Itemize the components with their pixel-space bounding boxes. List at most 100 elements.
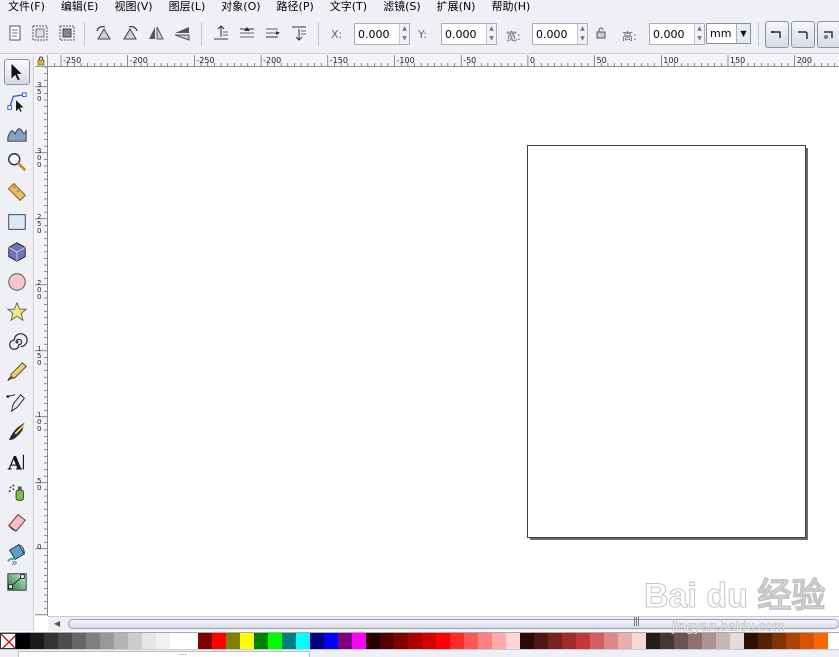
color-swatch[interactable]	[184, 633, 198, 649]
calligraphy-tool[interactable]	[4, 419, 30, 445]
color-swatch[interactable]	[450, 633, 464, 649]
eraser-tool[interactable]	[4, 509, 30, 535]
color-swatch[interactable]	[576, 633, 590, 649]
color-swatch[interactable]	[492, 633, 506, 649]
menu-extensions[interactable]: 扩展(N)	[429, 0, 484, 14]
height-input[interactable]	[650, 24, 694, 44]
decrement-arrow-icon[interactable]: ▼	[487, 34, 496, 44]
vertical-ruler[interactable]: 350300250200150100500	[35, 67, 48, 616]
color-swatch[interactable]	[86, 633, 100, 649]
rotate-ccw-button[interactable]	[93, 22, 115, 44]
no-paint-swatch[interactable]	[0, 633, 16, 649]
color-swatch[interactable]	[268, 633, 282, 649]
menu-filters[interactable]: 滤镜(S)	[375, 0, 429, 14]
color-swatch[interactable]	[506, 633, 520, 649]
color-swatch[interactable]	[422, 633, 436, 649]
color-swatch[interactable]	[44, 633, 58, 649]
color-swatch[interactable]	[590, 633, 604, 649]
y-spinbox[interactable]: ▲▼	[441, 23, 497, 45]
color-swatch[interactable]	[338, 633, 352, 649]
measure-tool[interactable]	[4, 179, 30, 205]
color-swatch[interactable]	[170, 633, 184, 649]
color-swatch[interactable]	[240, 633, 254, 649]
invert-selection-button[interactable]	[56, 22, 78, 44]
scale-corners-button[interactable]	[791, 21, 815, 48]
menu-layer[interactable]: 图层(L)	[161, 0, 214, 14]
scroll-left-arrow-icon[interactable]: ◀	[54, 619, 60, 628]
menu-text[interactable]: 文字(T)	[322, 0, 375, 14]
color-swatch[interactable]	[142, 633, 156, 649]
color-swatch[interactable]	[352, 633, 366, 649]
color-swatch[interactable]	[534, 633, 548, 649]
menu-file[interactable]: 文件(F)	[0, 0, 53, 14]
lower-button[interactable]	[262, 22, 284, 44]
y-input[interactable]	[442, 24, 486, 44]
menu-view[interactable]: 视图(V)	[106, 0, 160, 14]
spiral-tool[interactable]	[4, 329, 30, 355]
color-swatch[interactable]	[72, 633, 86, 649]
ellipse-tool[interactable]	[4, 269, 30, 295]
width-spinbox[interactable]: ▲▼	[532, 23, 588, 45]
color-swatch[interactable]	[16, 633, 30, 649]
color-swatch[interactable]	[30, 633, 44, 649]
move-gradients-button[interactable]	[817, 21, 839, 48]
color-swatch[interactable]	[226, 633, 240, 649]
increment-arrow-icon[interactable]: ▲	[487, 24, 496, 34]
color-swatch[interactable]	[478, 633, 492, 649]
color-swatch[interactable]	[324, 633, 338, 649]
zoom-tool[interactable]	[4, 149, 30, 175]
flip-horizontal-button[interactable]	[145, 22, 167, 44]
raise-to-top-button[interactable]	[210, 22, 232, 44]
raise-button[interactable]	[236, 22, 258, 44]
increment-arrow-icon[interactable]: ▲	[400, 24, 409, 34]
color-swatch[interactable]	[436, 633, 450, 649]
color-swatch[interactable]	[618, 633, 632, 649]
pen-tool[interactable]	[4, 389, 30, 415]
width-input[interactable]	[533, 24, 577, 44]
increment-arrow-icon[interactable]: ▲	[578, 24, 587, 34]
chevron-down-icon[interactable]: ▼	[736, 24, 750, 43]
color-swatch[interactable]	[520, 633, 534, 649]
increment-arrow-icon[interactable]: ▲	[695, 24, 704, 34]
color-swatch[interactable]	[282, 633, 296, 649]
color-swatch[interactable]	[198, 633, 212, 649]
menu-object[interactable]: 对象(O)	[213, 0, 268, 14]
menu-edit[interactable]: 编辑(E)	[53, 0, 107, 14]
color-swatch[interactable]	[548, 633, 562, 649]
color-swatch[interactable]	[58, 633, 72, 649]
tweak-tool[interactable]	[4, 119, 30, 145]
x-spinbox[interactable]: ▲▼	[354, 23, 410, 45]
drawing-canvas[interactable]	[49, 68, 839, 615]
star-tool[interactable]	[4, 299, 30, 325]
selector-tool[interactable]	[4, 59, 30, 85]
menu-help[interactable]: 帮助(H)	[483, 0, 538, 14]
rotate-cw-button[interactable]	[119, 22, 141, 44]
color-swatch[interactable]	[380, 633, 394, 649]
color-swatch[interactable]	[114, 633, 128, 649]
horizontal-ruler[interactable]: -250 -200 -250 -200 -150 -100 -50 0 50 100 150 200	[48, 55, 839, 67]
decrement-arrow-icon[interactable]: ▼	[400, 34, 409, 44]
decrement-arrow-icon[interactable]: ▼	[578, 34, 587, 44]
3d-box-tool[interactable]	[4, 239, 30, 265]
toolbox-overflow-button[interactable]: »	[11, 556, 18, 569]
decrement-arrow-icon[interactable]: ▼	[695, 34, 704, 44]
select-all-button[interactable]	[4, 22, 26, 44]
color-swatch[interactable]	[562, 633, 576, 649]
menu-path[interactable]: 路径(P)	[269, 0, 322, 14]
document-page[interactable]	[527, 145, 806, 538]
color-swatch[interactable]	[604, 633, 618, 649]
rectangle-tool[interactable]	[4, 209, 30, 235]
color-swatch[interactable]	[156, 633, 170, 649]
unit-select[interactable]: mm ▼	[706, 23, 751, 44]
color-swatch[interactable]	[366, 633, 380, 649]
text-tool[interactable]: A	[4, 449, 30, 475]
lock-ratio-button[interactable]	[592, 22, 610, 44]
color-swatch[interactable]	[464, 633, 478, 649]
color-swatch[interactable]	[254, 633, 268, 649]
color-swatch[interactable]	[128, 633, 142, 649]
color-swatch[interactable]	[100, 633, 114, 649]
x-input[interactable]	[355, 24, 399, 44]
color-swatch[interactable]	[310, 633, 324, 649]
select-all-layers-button[interactable]	[29, 22, 51, 44]
spray-tool[interactable]	[4, 479, 30, 505]
